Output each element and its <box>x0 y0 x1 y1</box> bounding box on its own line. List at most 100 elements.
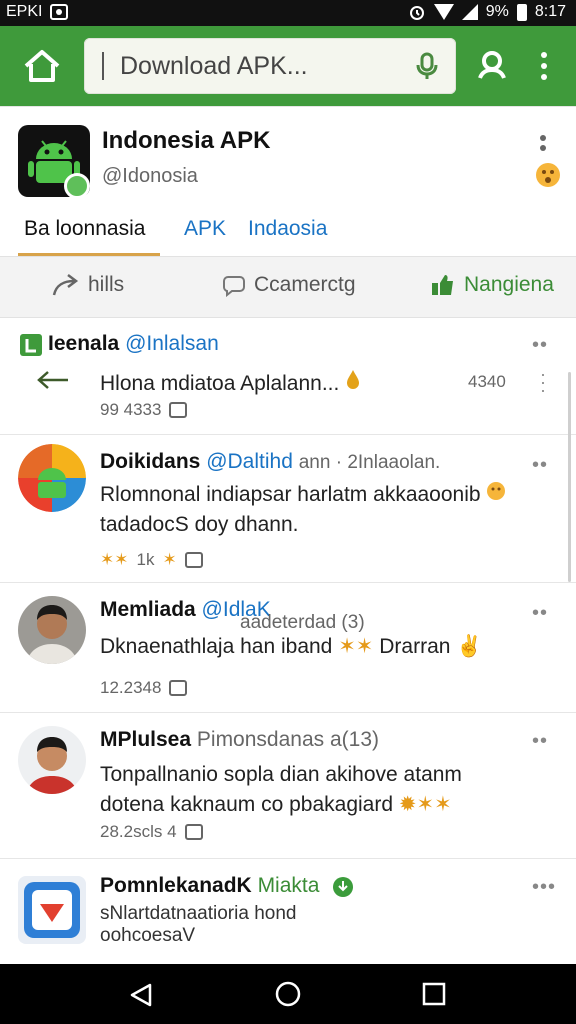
hand-emoji-icon: ✌ <box>456 635 483 658</box>
post-author-handle[interactable]: Miakta <box>258 874 320 897</box>
post-author-name: MPlulsea <box>100 728 192 751</box>
post-author-name: Memliada <box>100 598 196 621</box>
comment-count-icon[interactable] <box>184 552 203 568</box>
overflow-menu-icon[interactable] <box>536 50 552 82</box>
post-count: 12.2348 <box>100 678 162 697</box>
signal-icon <box>461 4 478 20</box>
download-badge-icon[interactable] <box>332 876 354 898</box>
tab-balonnasia[interactable]: Ba loonnasia <box>24 217 145 241</box>
browser-toolbar: Download APK... <box>0 26 576 106</box>
post-text: Dknaenathlaja han iband ✶✶ Drarran ✌ <box>100 632 482 662</box>
sparkle-emoji-icon: ✶✶ <box>100 550 129 569</box>
profile-handle: @Idonosia <box>102 165 198 187</box>
post-text: tadadocS doy dhann. <box>100 513 299 536</box>
text-cursor <box>102 52 104 80</box>
feed-post[interactable]: PomnlekanadK Miakta sNlartdatnaatioria h… <box>0 858 576 964</box>
post-count: 28.2scls 4 <box>100 822 177 841</box>
post-text: sNlartdatnaatioria hond <box>100 903 297 924</box>
home-icon[interactable] <box>20 46 64 86</box>
comment-button[interactable]: Ccamerctg <box>222 273 356 297</box>
comment-count-icon[interactable] <box>169 680 188 696</box>
thumbs-up-icon <box>432 275 453 295</box>
post-author: MPlulsea Pimonsdanas a(13) <box>100 728 379 752</box>
app-thumbnail[interactable] <box>18 876 86 944</box>
status-app-label: EPKI <box>6 3 43 20</box>
post-text: Rlomnonal indiapsar harlatm akkaaoonib <box>100 480 506 510</box>
post-text: Tonpallnanio sopla dian akihove atanm <box>100 763 462 786</box>
party-emoji-icon: ✶✶ <box>338 635 374 658</box>
like-label: Nangiena <box>464 273 554 296</box>
share-label: hills <box>88 273 125 296</box>
address-bar[interactable]: Download APK... <box>84 38 456 94</box>
reply-arrow-icon[interactable] <box>36 370 70 390</box>
share-button[interactable]: hills <box>52 273 124 297</box>
back-icon[interactable] <box>128 982 154 1008</box>
post-side-count: 4340 <box>468 372 506 391</box>
tab-indaosia[interactable]: Indaosia <box>248 217 327 241</box>
post-author-handle[interactable]: @Daltihd <box>206 450 293 473</box>
recent-apps-icon[interactable] <box>422 982 446 1006</box>
comment-count-icon[interactable] <box>184 824 203 840</box>
post-menu-icon[interactable]: •• <box>532 334 548 357</box>
post-count: 1k <box>136 550 155 569</box>
post-text-line: Dknaenathlaja han iband <box>100 635 333 658</box>
post-author: Doikidans @Daltihd ann · 2Inlaaolan. <box>100 450 440 474</box>
post-text-line: dotena kaknaum co pbakagiard <box>100 793 394 816</box>
post-meta: 12.2348 <box>100 678 188 698</box>
feed-post[interactable]: Ieenala @Inlalsan Hlona mdiatoa Aplalann… <box>0 318 576 435</box>
emoji-icon <box>536 163 560 187</box>
system-navigation-bar <box>0 964 576 1024</box>
post-meta: ✶✶ 1k ✶ <box>100 550 203 570</box>
sparkle-emoji-icon: ✶ <box>162 550 177 569</box>
post-menu-icon[interactable]: •• <box>532 602 548 625</box>
post-count: 99 4333 <box>100 400 162 419</box>
feed-post[interactable]: Doikidans @Daltihd ann · 2Inlaaolan. Rlo… <box>0 434 576 583</box>
tab-apk[interactable]: APK <box>184 217 226 241</box>
post-menu-icon[interactable]: •• <box>532 454 548 477</box>
status-time: 8:17 <box>534 3 566 20</box>
avatar[interactable] <box>18 444 86 512</box>
post-menu-icon[interactable]: •• <box>532 730 548 753</box>
person-avatar-icon <box>18 596 86 664</box>
search-profile-icon[interactable] <box>476 48 510 82</box>
status-bar: EPKI 9% 8:17 <box>0 0 576 26</box>
avatar[interactable] <box>18 596 86 664</box>
post-author-handle[interactable]: @Inlalsan <box>125 332 219 355</box>
post-text: dotena kaknaum co pbakagiard ✹✶✶ <box>100 790 452 820</box>
scrollbar[interactable] <box>568 372 571 582</box>
post-timestamp: ann · 2Inlaaolan. <box>298 452 441 473</box>
post-text-line-end: Drarran <box>379 635 451 658</box>
post-meta: 99 4333 <box>100 400 188 420</box>
comment-label: Ccamerctg <box>254 273 356 296</box>
post-more-icon[interactable]: · · · <box>540 365 546 399</box>
address-text: Download APK... <box>120 52 308 80</box>
post-text-line: Rlomnonal indiapsar harlatm akkaaoonib <box>100 483 481 506</box>
comment-count-icon[interactable] <box>169 402 188 418</box>
wifi-icon <box>433 4 454 20</box>
android-colorful-avatar-icon <box>18 444 86 512</box>
profile-header: Indonesia APK @Idonosia Ba loonnasia APK… <box>0 106 576 257</box>
home-nav-icon[interactable] <box>274 980 302 1008</box>
post-menu-icon[interactable]: ••• <box>532 876 556 899</box>
avatar[interactable] <box>18 726 86 794</box>
party-emoji-icon: ✹✶✶ <box>398 793 452 816</box>
profile-name: Indonesia APK <box>102 127 271 154</box>
like-button[interactable]: Nangiena <box>430 273 554 297</box>
microphone-icon[interactable] <box>414 52 440 80</box>
post-author: PomnlekanadK Miakta <box>100 874 319 898</box>
profile-more-icon[interactable] <box>536 133 550 163</box>
app-logo[interactable] <box>18 125 90 199</box>
comment-icon <box>223 276 245 297</box>
notification-icon <box>50 4 69 20</box>
post-author-name: Ieenala <box>48 332 120 355</box>
feed-post[interactable]: MPlulsea Pimonsdanas a(13) Tonpallnanio … <box>0 712 576 859</box>
post-author-name: Doikidans <box>100 450 201 473</box>
feed-post[interactable]: Memliada @IdlaK aadeterdad (3) Dknaenath… <box>0 582 576 713</box>
post-text: Hlona mdiatoa Aplalann... <box>100 368 361 399</box>
action-bar: hills Ccamerctg Nangiena <box>0 256 576 318</box>
battery-percent: 9% <box>485 3 509 20</box>
drop-emoji-icon <box>347 370 360 389</box>
share-icon <box>52 274 79 296</box>
verified-badge-icon <box>64 173 90 199</box>
app-badge-icon <box>20 334 42 356</box>
